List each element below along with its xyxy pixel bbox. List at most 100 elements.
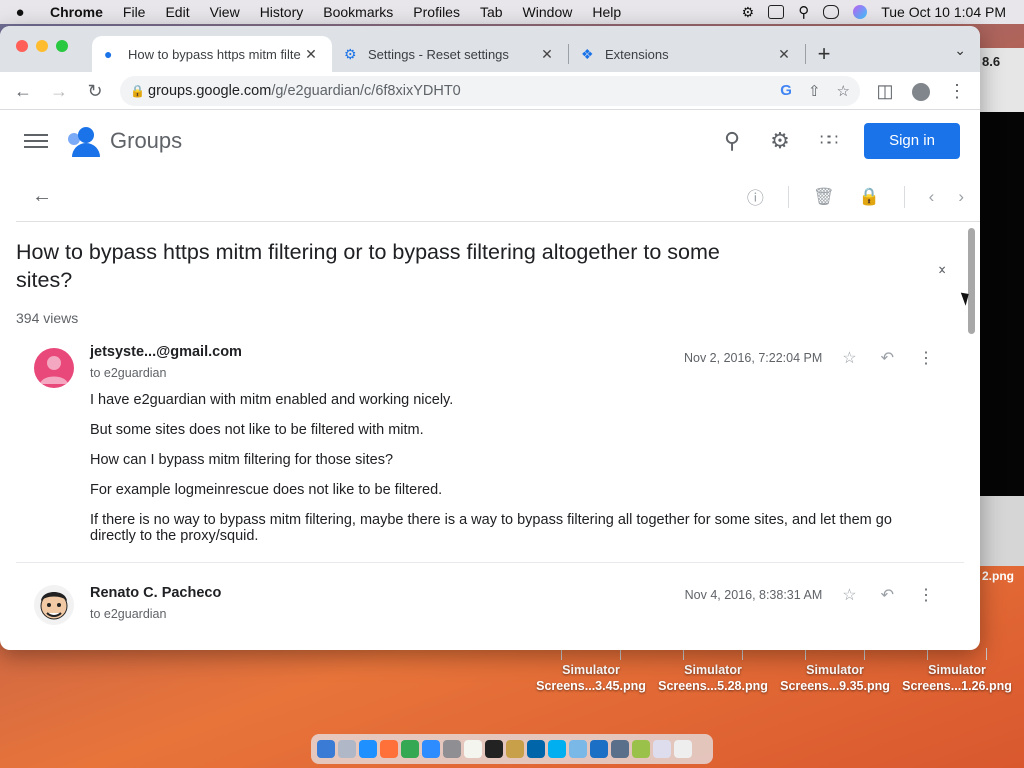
message-paragraph: But some sites does not like to be filte… (90, 422, 424, 438)
zoom-window-icon[interactable] (56, 40, 68, 52)
chrome-icon[interactable] (401, 740, 419, 758)
vscode-icon[interactable] (527, 740, 545, 758)
share-icon[interactable]: ⇧ (808, 82, 821, 100)
main-menu-hamburger-icon[interactable] (24, 134, 48, 148)
url-host: groups.google.com (148, 82, 272, 99)
delete-trash-icon[interactable]: 🗑 (813, 187, 835, 207)
screen-mirroring-icon[interactable] (768, 5, 785, 19)
apple-icon[interactable]: ● (0, 4, 40, 21)
menu-profiles[interactable]: Profiles (403, 4, 470, 20)
groups-header: Groups ⚲ ⚙ ∷∷ Sign in (0, 110, 980, 172)
bookmark-star-icon[interactable]: ☆ (837, 82, 850, 100)
sender-avatar[interactable] (34, 585, 74, 625)
side-panel-icon[interactable]: ◫ (870, 76, 900, 106)
close-tab-icon[interactable]: ✕ (775, 46, 793, 63)
firefox-icon[interactable] (380, 740, 398, 758)
address-bar[interactable]: 🔒 groups.google.com /g/e2guardian/c/6f8x… (120, 75, 860, 106)
simulator-icon[interactable] (611, 740, 629, 758)
next-thread-chevron-icon[interactable]: › (958, 187, 964, 207)
back-arrow-icon[interactable]: ← (8, 76, 38, 106)
menu-view[interactable]: View (200, 4, 250, 20)
message-body: I have e2guardian with mitm enabled and … (32, 392, 932, 544)
textedit-icon[interactable] (464, 740, 482, 758)
menu-bookmarks[interactable]: Bookmarks (313, 4, 403, 20)
more-options-kebab-icon[interactable]: ⋮ (918, 585, 934, 605)
tab-search-chevron-icon[interactable]: ⌄ (954, 42, 966, 59)
lock-icon[interactable]: 🔒 (130, 84, 148, 98)
utility-icon[interactable] (632, 740, 650, 758)
trash-icon[interactable] (674, 740, 692, 758)
close-tab-icon[interactable]: ✕ (302, 46, 320, 63)
downloads-icon[interactable] (653, 740, 671, 758)
tab-strip: ● How to bypass https mitm filte ✕ ⚙ Set… (0, 26, 980, 72)
close-tab-icon[interactable]: ✕ (538, 46, 556, 63)
chrome-menu-kebab-icon[interactable]: ⋮ (942, 76, 972, 106)
star-icon[interactable]: ☆ (842, 585, 856, 605)
desktop-file[interactable]: Simulator Screens...1.26.png (896, 648, 1018, 694)
page-scrollbar[interactable] (968, 228, 975, 334)
app-store-icon[interactable] (422, 740, 440, 758)
previous-thread-chevron-icon[interactable]: ‹ (929, 187, 935, 207)
sign-in-button[interactable]: Sign in (864, 123, 960, 159)
app-icon[interactable] (590, 740, 608, 758)
desktop-file[interactable]: Simulator Screens...3.45.png (530, 648, 652, 694)
siri-icon[interactable] (853, 5, 868, 19)
menu-edit[interactable]: Edit (155, 4, 199, 20)
file-label: Screens...9.35.png (780, 679, 890, 693)
preview-icon[interactable] (569, 740, 587, 758)
settings-gear-icon[interactable]: ⚙ (768, 129, 792, 153)
file-label: Simulator (806, 663, 864, 677)
menu-app-name[interactable]: Chrome (40, 4, 113, 20)
search-icon[interactable]: ⚲ (720, 129, 744, 153)
browser-window: ● How to bypass https mitm filte ✕ ⚙ Set… (0, 26, 980, 650)
terminal-icon[interactable] (485, 740, 503, 758)
google-lens-icon[interactable]: G (780, 82, 792, 100)
tab-extensions[interactable]: ❖ Extensions ✕ (569, 36, 805, 72)
lock-thread-icon[interactable]: 🔒 (858, 187, 879, 207)
view-count: 394 views (16, 310, 79, 326)
xcode-tools-icon[interactable] (506, 740, 524, 758)
skype-icon[interactable] (548, 740, 566, 758)
reload-icon[interactable]: ↻ (80, 76, 110, 106)
back-to-list-arrow-icon[interactable]: ← (32, 185, 52, 208)
close-window-icon[interactable] (16, 40, 28, 52)
report-abuse-icon[interactable]: ⓘ (747, 184, 764, 209)
recipient: to e2guardian (90, 366, 167, 380)
menu-tab[interactable]: Tab (470, 4, 513, 20)
new-tab-button[interactable]: + (806, 36, 842, 72)
tab-settings[interactable]: ⚙ Settings - Reset settings ✕ (332, 36, 568, 72)
person-silhouette-icon (40, 356, 68, 384)
launchpad-icon[interactable] (338, 740, 356, 758)
product-name: Groups (110, 128, 183, 153)
menu-clock[interactable]: Tue Oct 10 1:04 PM (881, 4, 1006, 20)
reply-all-icon[interactable]: ↶ (881, 585, 894, 605)
desktop-file-label-partial: 2.png (982, 569, 1014, 583)
spotlight-search-icon[interactable]: ⚲ (798, 3, 809, 21)
message: Renato C. Pacheco to e2guardian Nov 4, 2… (16, 562, 964, 625)
desktop-file[interactable]: Simulator Screens...9.35.png (774, 648, 896, 694)
control-center-icon[interactable] (823, 5, 840, 19)
menu-history[interactable]: History (250, 4, 314, 20)
forward-arrow-icon[interactable]: → (44, 76, 74, 106)
status-app-icon[interactable]: ⚙ (742, 4, 755, 21)
groups-logo[interactable]: Groups (68, 127, 183, 157)
profile-avatar-icon[interactable] (906, 76, 936, 106)
system-settings-icon[interactable] (443, 740, 461, 758)
url-path: /g/e2guardian/c/6f8xixYDHT0 (271, 82, 461, 99)
menu-window[interactable]: Window (513, 4, 583, 20)
finder-icon[interactable] (317, 740, 335, 758)
sender-avatar[interactable] (34, 348, 74, 388)
collapse-all-icon[interactable]: ⌄ ⌃ (936, 258, 948, 282)
reply-all-icon[interactable]: ↶ (881, 348, 894, 368)
desktop-file[interactable]: Simulator Screens...5.28.png (652, 648, 774, 694)
minimize-window-icon[interactable] (36, 40, 48, 52)
menu-file[interactable]: File (113, 4, 156, 20)
apps-grid-icon[interactable]: ∷∷ (816, 129, 840, 153)
more-options-kebab-icon[interactable]: ⋮ (918, 348, 934, 368)
desktop-snippet-text: 8.6 (982, 54, 1001, 69)
menu-help[interactable]: Help (582, 4, 631, 20)
file-label: Screens...3.45.png (536, 679, 646, 693)
tab-groups-thread[interactable]: ● How to bypass https mitm filte ✕ (92, 36, 332, 72)
star-icon[interactable]: ☆ (842, 348, 856, 368)
safari-icon[interactable] (359, 740, 377, 758)
